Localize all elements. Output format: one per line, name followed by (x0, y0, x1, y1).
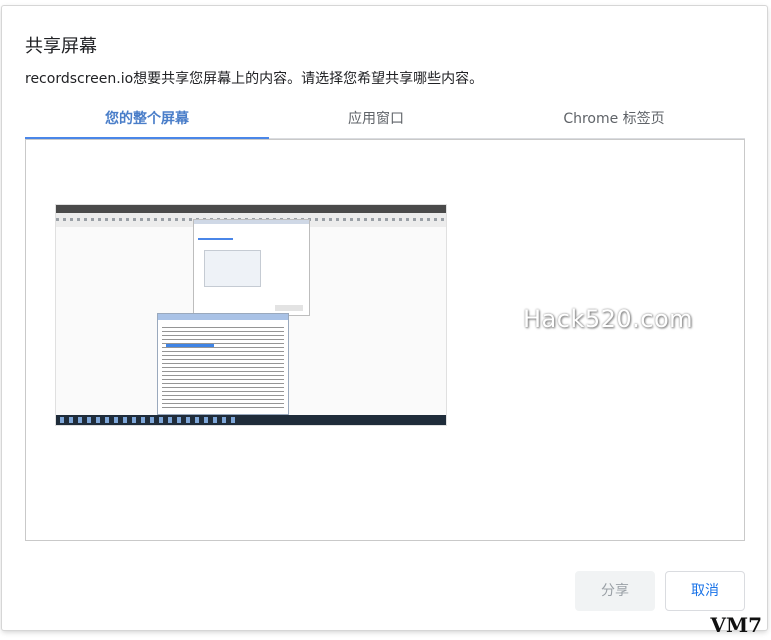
thumbnail-window-buttons (275, 305, 303, 311)
thumbnail-list-selection (166, 344, 214, 347)
thumbnail-taskbar (56, 415, 446, 425)
tab-chrome-tab[interactable]: Chrome 标签页 (483, 104, 745, 138)
thumbnail-titlebar (56, 205, 446, 213)
share-button[interactable]: 分享 (575, 571, 655, 611)
thumbnail-window-tabline (198, 238, 233, 240)
thumbnail-window-dialog (193, 219, 310, 316)
cancel-button[interactable]: 取消 (665, 571, 745, 611)
tab-entire-screen[interactable]: 您的整个屏幕 (25, 104, 269, 140)
source-tabs: 您的整个屏幕 应用窗口 Chrome 标签页 (25, 104, 745, 140)
thumbnail-window-preview (204, 250, 261, 287)
corner-tag: VM7 (710, 613, 762, 637)
watermark: Hack520.com (523, 305, 694, 333)
dialog-subtitle: recordscreen.io想要共享您屏幕上的内容。请选择您希望共享哪些内容。 (25, 71, 484, 87)
thumbnail-window-bar (194, 220, 309, 224)
share-screen-dialog: 共享屏幕 recordscreen.io想要共享您屏幕上的内容。请选择您希望共享… (2, 6, 767, 630)
thumbnail-window-list (157, 313, 289, 415)
thumbnail-list-bar (158, 314, 288, 320)
thumbnail-list-content (162, 326, 284, 408)
tab-application-window[interactable]: 应用窗口 (269, 104, 483, 138)
dialog-title: 共享屏幕 (25, 36, 97, 57)
source-panel: Hack520.com (25, 139, 745, 541)
screen-thumbnail[interactable] (55, 204, 447, 426)
